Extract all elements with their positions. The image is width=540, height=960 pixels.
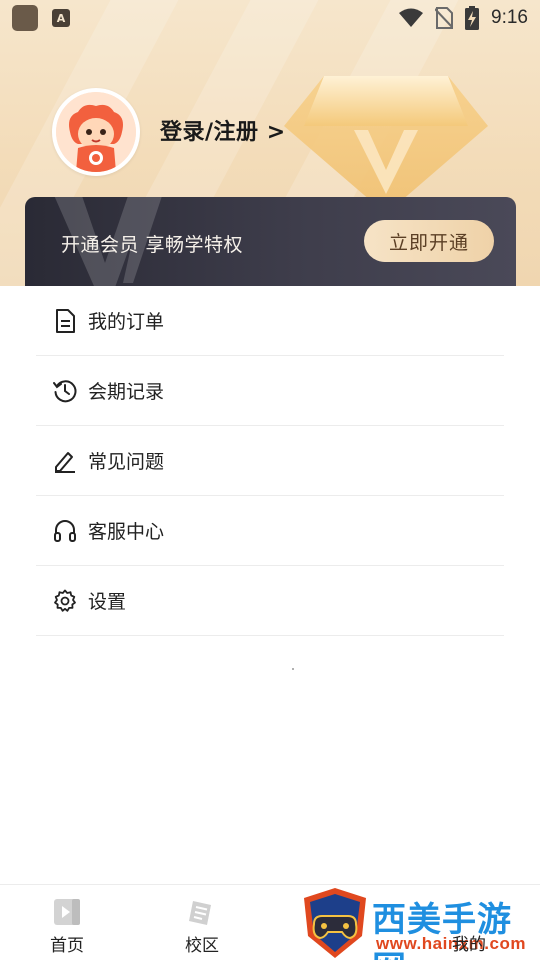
nav-mine[interactable]: 我的 — [452, 930, 486, 955]
vip-banner[interactable]: 开通会员 享畅学特权 立即开通 — [25, 197, 516, 286]
profile-header: A 9:16 登录/注册 > 开通会员 享畅学特权 立即开通 — [0, 0, 540, 286]
menu-item-history[interactable]: 会期记录 — [36, 356, 504, 426]
decorative-dot — [292, 668, 294, 670]
gamepad-shield-logo-icon — [304, 888, 366, 958]
headset-icon — [52, 518, 78, 544]
avatar[interactable] — [52, 88, 140, 176]
diamond-icon — [284, 76, 488, 214]
gear-icon — [52, 588, 78, 614]
menu-item-settings[interactable]: 设置 — [36, 566, 504, 636]
mascot-icon — [56, 92, 136, 172]
menu-item-label: 客服中心 — [88, 521, 165, 543]
campus-icon — [189, 901, 211, 925]
watermark-url: www.hainxm.com — [376, 934, 526, 953]
status-time: 9:16 — [491, 7, 528, 28]
status-bar: A 9:16 — [0, 0, 540, 36]
nav-label: 校区 — [185, 936, 219, 956]
document-icon — [52, 308, 78, 334]
open-vip-button[interactable]: 立即开通 — [364, 220, 494, 262]
history-icon — [52, 378, 78, 404]
nav-home[interactable]: 首页 — [17, 885, 117, 960]
no-sim-icon — [435, 7, 454, 29]
menu-item-label: 我的订单 — [88, 311, 165, 333]
battery-charging-icon — [465, 6, 480, 30]
edit-icon — [52, 448, 78, 474]
nav-campus[interactable]: 校区 — [152, 885, 252, 960]
vip-promo-text: 开通会员 享畅学特权 — [61, 234, 244, 256]
menu-list: 我的订单 会期记录 常见问题 客服中心 设置 — [0, 286, 540, 636]
nav-label: 首页 — [50, 936, 84, 956]
login-register-link[interactable]: 登录/注册 > — [160, 114, 286, 146]
app-notification-icon — [12, 5, 38, 31]
menu-item-faq[interactable]: 常见问题 — [36, 426, 504, 496]
menu-item-orders[interactable]: 我的订单 — [36, 286, 504, 356]
home-icon — [54, 899, 80, 925]
menu-item-label: 会期记录 — [88, 381, 165, 403]
wifi-icon — [399, 8, 424, 27]
menu-item-label: 设置 — [88, 591, 127, 613]
watermark: 西美手游网 www.hainxm.com 我的 — [300, 886, 540, 960]
keyboard-notification-icon: A — [52, 9, 70, 27]
menu-item-label: 常见问题 — [88, 451, 165, 473]
menu-item-customer-service[interactable]: 客服中心 — [36, 496, 504, 566]
